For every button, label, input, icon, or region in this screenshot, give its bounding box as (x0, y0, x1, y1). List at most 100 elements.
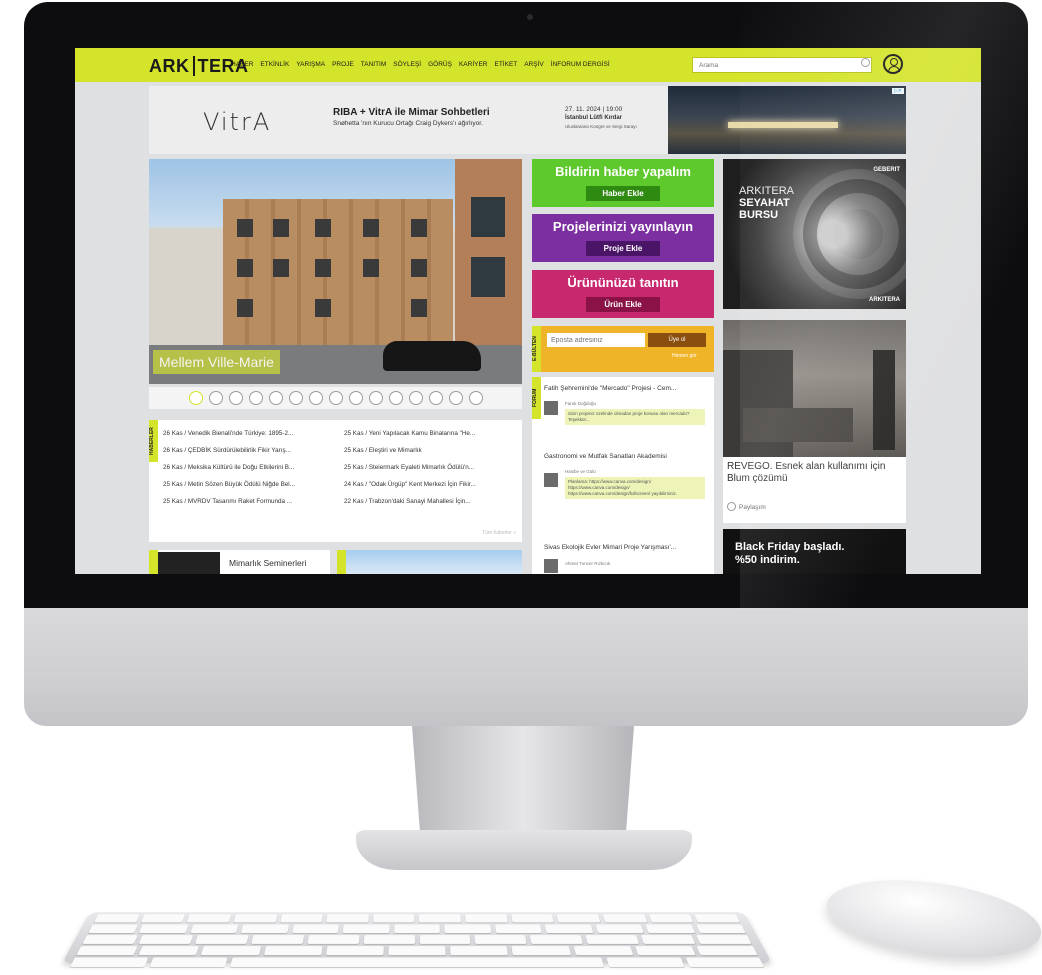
vitra-banner-ad[interactable]: VitrA RIBA + VitrA ile Mimar Sohbetleri … (149, 86, 906, 154)
slider-dot[interactable] (188, 391, 203, 405)
blum-ad[interactable]: REVEGO. Esnek alan kullanımı için Blum ç… (723, 320, 906, 523)
black-friday-ad[interactable]: Black Friday başladı. %50 indirim. (723, 529, 906, 574)
news-item[interactable]: 26 Kas / Venedik Bienali'nde Türkiye: 18… (163, 430, 295, 437)
main-nav: HABER ETKİNLİK YARIŞMA PROJE TANITIM SÖY… (231, 61, 610, 68)
slider-dot[interactable] (268, 391, 283, 405)
nav-item-yarisma[interactable]: YARIŞMA (296, 61, 325, 68)
seminar-tile[interactable]: Mimarlık Seminerleri (149, 550, 330, 574)
forum-thread-title[interactable]: Sivas Ekolojik Evler Mimari Proje Yarışm… (544, 544, 676, 551)
monitor-chin (24, 608, 1028, 726)
forum-user[interactable]: Hasibe ve Gülü (565, 469, 596, 474)
news-item[interactable]: 25 Kas / Yeni Yapılacak Kamu Binalarına … (344, 430, 476, 437)
nav-item-kariyer[interactable]: KARİYER (459, 61, 488, 68)
nav-item-gorus[interactable]: GÖRÜŞ (428, 61, 452, 68)
slide-caption[interactable]: Mellem Ville-Marie (153, 350, 280, 374)
keyboard (62, 912, 772, 967)
newsletter-link[interactable]: Hemen gör (672, 353, 697, 359)
newsletter-tag: E-BÜLTEN (532, 326, 541, 372)
adchoices-icon[interactable]: ▷✕ (891, 88, 904, 94)
nav-item-proje[interactable]: PROJE (332, 61, 354, 68)
geberit-ad[interactable]: GEBERIT ARKITERA SEYAHAT BURSU ARKITERA (723, 159, 906, 309)
newsletter-subscribe-button[interactable]: Üye ol (648, 333, 706, 347)
news-item[interactable]: 26 Kas / Meksika Kültürü ile Doğu Etkile… (163, 464, 295, 471)
newsletter-email-input[interactable] (547, 333, 645, 347)
news-item[interactable]: 22 Kas / Trabzon'daki Sanayi Mahallesi İ… (344, 498, 476, 505)
geberit-logo: GEBERIT (873, 167, 900, 173)
project-tile[interactable] (337, 550, 522, 574)
news-item[interactable]: 25 Kas / MVRDV Tasarımı Raket Formunda .… (163, 498, 295, 505)
arkitera-logo: ARKITERA (869, 297, 900, 303)
nav-item-tanitim[interactable]: TANITIM (361, 61, 387, 68)
slider-dot[interactable] (408, 391, 423, 405)
slider-dot[interactable] (388, 391, 403, 405)
slider-dot[interactable] (328, 391, 343, 405)
slider-dot[interactable] (368, 391, 383, 405)
nav-item-arsiv[interactable]: ARŞİV (524, 61, 544, 68)
add-news-button[interactable]: Haber Ekle (586, 186, 660, 201)
search-input[interactable] (692, 57, 872, 73)
share-link[interactable]: Paylaşım (727, 502, 766, 511)
nav-item-inforum[interactable]: İNFORUM DERGİSİ (551, 61, 610, 68)
camera (527, 14, 533, 20)
slider-dot[interactable] (308, 391, 323, 405)
news-item[interactable]: 26 Kas / ÇEDBİK Sürdürülebilirlik Fikir … (163, 447, 295, 454)
imac-scene: ARK TERA HABER ETKİNLİK YARIŞMA PROJE TAN… (0, 0, 1042, 975)
forum-tag: FORUM (532, 377, 541, 419)
forum-user[interactable]: Faruk Doğdoğu (565, 401, 596, 406)
nav-item-soylesi[interactable]: SÖYLEŞİ (393, 61, 421, 68)
kitchen-door (873, 350, 895, 450)
banner-place-detail: Uluslararası Kongre ve Sergi Sarayı (565, 124, 637, 129)
tile-tag (149, 550, 158, 574)
seminar-title: Mimarlık Seminerleri (229, 558, 307, 568)
slider-dot[interactable] (468, 391, 483, 405)
cta-news: Bildirin haber yapalım Haber Ekle (532, 159, 714, 207)
search-icon[interactable] (861, 58, 870, 67)
banner-place: İstanbul Lütfi Kırdar (565, 115, 622, 121)
news-section-tag: HABERLER (149, 420, 158, 462)
news-item[interactable]: 25 Kas / Steiermark Eyaleti Mimarlık Ödü… (344, 464, 476, 471)
ad-heading: ARKITERA (739, 185, 795, 197)
slide-image-side-building (455, 159, 522, 349)
cta-product: Ürününüzü tanıtın Ürün Ekle (532, 270, 714, 318)
forum-comment: Sizin projeniz özelinde olmadan proje ko… (565, 409, 705, 425)
banner-image: ▷✕ (668, 86, 906, 154)
logo-left: ARK (149, 56, 190, 76)
forum-thread-title[interactable]: Fatih Şehremini'de "Mercado" Projesi - C… (544, 385, 676, 392)
slider-dot[interactable] (428, 391, 443, 405)
news-column-left: 26 Kas / Venedik Bienali'nde Türkiye: 18… (163, 430, 295, 505)
black-friday-text: Black Friday başladı. %50 indirim. (735, 541, 844, 567)
banner-subtitle: Snøhetta 'nın Kurucu Ortağı Craig Dykers… (333, 120, 483, 127)
slider-dot[interactable] (248, 391, 263, 405)
forum-panel: FORUM Fatih Şehremini'de "Mercado" Proje… (532, 377, 714, 574)
all-news-link[interactable]: Tüm haberler » (482, 530, 516, 536)
slider-dot[interactable] (228, 391, 243, 405)
avatar (544, 559, 558, 573)
avatar (544, 401, 558, 415)
slider-dot[interactable] (348, 391, 363, 405)
nav-item-etkinlik[interactable]: ETKİNLİK (260, 61, 289, 68)
spiral-staircase-image (793, 169, 906, 299)
news-column-right: 25 Kas / Yeni Yapılacak Kamu Binalarına … (344, 430, 476, 505)
featured-slider[interactable]: Mellem Ville-Marie (149, 159, 522, 384)
user-account-icon[interactable] (883, 54, 903, 74)
slider-dot[interactable] (448, 391, 463, 405)
add-project-button[interactable]: Proje Ekle (586, 241, 660, 256)
news-list: HABERLER 26 Kas / Venedik Bienali'nde Tü… (149, 420, 522, 542)
avatar (544, 473, 558, 487)
add-product-button[interactable]: Ürün Ekle (586, 297, 660, 312)
news-item[interactable]: 24 Kas / "Odak Ürgüp" Kent Merkezi İçin … (344, 481, 476, 488)
slider-dot[interactable] (208, 391, 223, 405)
nav-item-etiket[interactable]: ETİKET (495, 61, 518, 68)
news-item[interactable]: 25 Kas / Metin Sözen Büyük Ödülü Niğde B… (163, 481, 295, 488)
ad-heading: SEYAHAT (739, 197, 790, 209)
forum-thread-title[interactable]: Gastronomi ve Mutfak Sanatları Akademisi (544, 453, 667, 460)
forum-user[interactable]: Ahmet Tuncer Rızkıcık (565, 561, 610, 566)
kitchen-island (743, 408, 853, 442)
banner-date: 27. 11. 2024 | 19:00 (565, 106, 623, 113)
nav-item-haber[interactable]: HABER (231, 61, 253, 68)
news-item[interactable]: 25 Kas / Eleştiri ve Mimarlık (344, 447, 476, 454)
slider-pagination (149, 387, 522, 409)
slider-dot[interactable] (288, 391, 303, 405)
mouse (822, 868, 1042, 970)
forum-comment: Planlama: https://www.canva.com/design/ … (565, 477, 705, 499)
